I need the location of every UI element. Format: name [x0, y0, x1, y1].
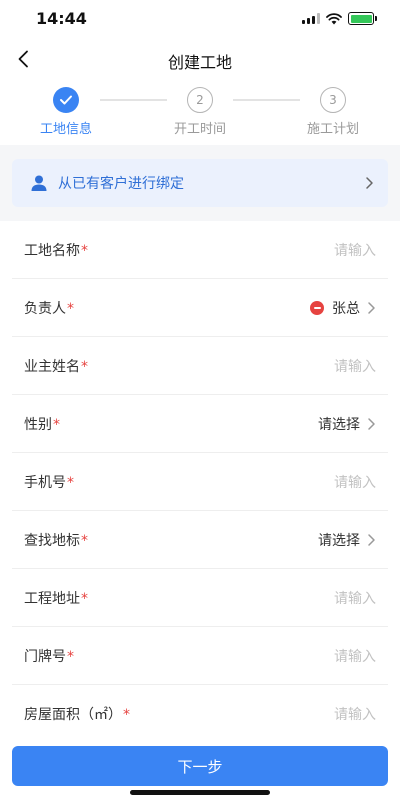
- status-time: 14:44: [36, 9, 87, 28]
- required-mark: *: [123, 707, 130, 723]
- field-label: 手机号*: [24, 474, 74, 491]
- chevron-right-icon: [368, 417, 375, 430]
- status-bar: 14:44: [0, 0, 400, 38]
- field-label: 门牌号*: [24, 648, 74, 665]
- step-connector-2: [233, 99, 300, 101]
- required-mark: *: [81, 532, 88, 549]
- check-icon: [60, 95, 72, 105]
- signal-icon: [302, 13, 320, 24]
- field-label: 业主姓名*: [24, 358, 88, 375]
- step-3-indicator: 3: [320, 87, 346, 113]
- field-label: 房屋面积（㎡）*: [24, 707, 130, 723]
- home-indicator: [130, 790, 270, 795]
- field-label: 工程地址*: [24, 590, 88, 607]
- site-name-input[interactable]: 请输入: [334, 240, 376, 260]
- field-owner-name[interactable]: 业主姓名* 请输入: [12, 337, 388, 395]
- remove-manager-icon[interactable]: [310, 300, 324, 315]
- battery-icon: [348, 12, 377, 25]
- chevron-right-icon: [366, 177, 373, 189]
- gender-select[interactable]: 请选择: [318, 414, 360, 434]
- chevron-right-icon: [368, 533, 375, 546]
- step-3-label: 施工计划: [306, 122, 359, 137]
- step-1-label: 工地信息: [39, 122, 92, 137]
- bind-section: 从已有客户进行绑定: [0, 145, 400, 221]
- page-title: 创建工地: [167, 53, 232, 72]
- required-mark: *: [81, 590, 88, 607]
- step-connector-1: [100, 99, 167, 101]
- required-mark: *: [67, 648, 74, 665]
- nav-bar: 创建工地: [0, 40, 400, 80]
- house-number-input[interactable]: 请输入: [334, 646, 376, 666]
- field-project-address[interactable]: 工程地址* 请输入: [12, 569, 388, 627]
- field-label: 查找地标*: [24, 532, 88, 549]
- step-2-indicator: 2: [187, 87, 213, 113]
- field-site-name[interactable]: 工地名称* 请输入: [12, 221, 388, 279]
- landmark-select[interactable]: 请选择: [318, 530, 360, 550]
- required-mark: *: [67, 474, 74, 491]
- owner-name-input[interactable]: 请输入: [334, 356, 376, 376]
- field-label: 工地名称*: [24, 242, 88, 259]
- field-phone[interactable]: 手机号* 请输入: [12, 453, 388, 511]
- house-area-input[interactable]: 请输入: [334, 704, 376, 724]
- manager-value: 张总: [332, 300, 360, 317]
- field-house-area[interactable]: 房屋面积（㎡）* 请输入: [12, 685, 388, 743]
- required-mark: *: [53, 416, 60, 433]
- step-2-label: 开工时间: [173, 122, 226, 137]
- wifi-icon: [326, 12, 342, 24]
- field-manager[interactable]: 负责人* 张总: [12, 279, 388, 337]
- field-landmark[interactable]: 查找地标* 请选择: [12, 511, 388, 569]
- phone-input[interactable]: 请输入: [334, 472, 376, 492]
- status-icons: [302, 12, 377, 25]
- field-house-number[interactable]: 门牌号* 请输入: [12, 627, 388, 685]
- required-mark: *: [67, 300, 74, 317]
- field-label: 性别*: [24, 416, 60, 433]
- project-address-input[interactable]: 请输入: [334, 588, 376, 608]
- site-info-form: 工地名称* 请输入 负责人* 张总 业主姓名* 请输入 性别* 请选择 手机号*…: [0, 221, 400, 743]
- bind-customer-label: 从已有客户进行绑定: [58, 176, 184, 192]
- required-mark: *: [81, 242, 88, 259]
- step-1-indicator: [53, 87, 79, 113]
- chevron-right-icon: [368, 301, 375, 314]
- required-mark: *: [81, 358, 88, 375]
- bind-existing-customer-button[interactable]: 从已有客户进行绑定: [12, 159, 388, 207]
- user-icon: [31, 175, 47, 191]
- field-gender[interactable]: 性别* 请选择: [12, 395, 388, 453]
- field-label: 负责人*: [24, 300, 74, 317]
- next-step-button[interactable]: 下一步: [12, 746, 388, 786]
